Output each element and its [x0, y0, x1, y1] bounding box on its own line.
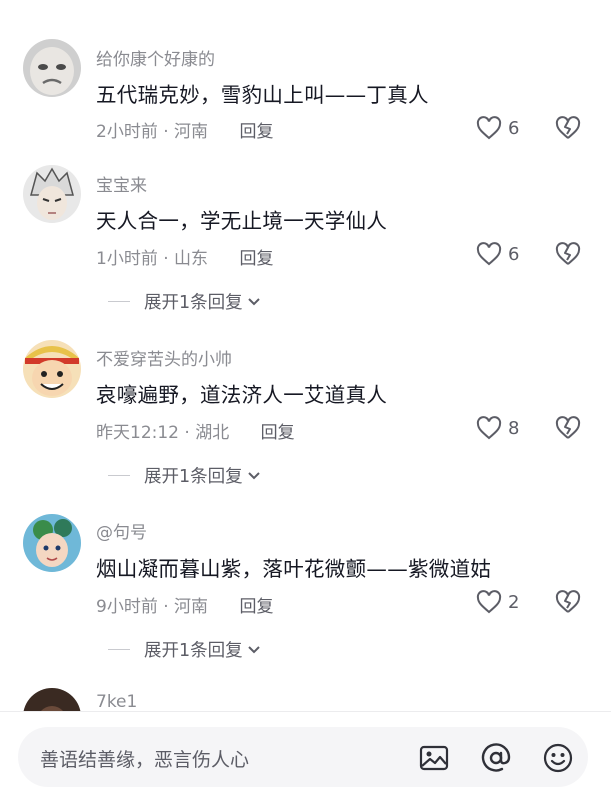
comment-username[interactable]: 7ke1 [96, 692, 137, 712]
comment-text: 哀嚎遍野，道法济人一艾道真人 [96, 383, 388, 407]
like-button[interactable]: 6 [476, 240, 519, 268]
heart-icon [476, 116, 502, 140]
heart-icon [476, 590, 502, 614]
expand-label: 展开1条回复 [144, 467, 243, 487]
like-count: 6 [508, 117, 520, 139]
broken-heart-icon[interactable] [554, 415, 582, 441]
comment-username[interactable]: @句号 [96, 518, 147, 543]
comment-username[interactable]: 宝宝来 [96, 171, 147, 196]
like-button[interactable]: 2 [476, 588, 519, 616]
expand-replies-button[interactable]: 展开1条回复 [108, 463, 261, 488]
avatar[interactable] [23, 340, 81, 398]
avatar[interactable] [23, 514, 81, 572]
comment-input-bar: 善语结善缘，恶言伤人心 [0, 711, 611, 800]
chevron-down-icon [247, 297, 260, 305]
heart-icon [476, 242, 502, 266]
comment-location: 山东 [174, 249, 209, 269]
comment-location: 河南 [174, 122, 209, 142]
comment-time: 9小时前 [96, 597, 158, 617]
meta-separator: · [184, 423, 190, 443]
image-icon[interactable] [418, 742, 450, 774]
expand-replies-button[interactable]: 展开1条回复 [108, 289, 261, 314]
comment-time: 昨天12:12 [96, 423, 179, 443]
comment-time: 2小时前 [96, 122, 158, 142]
reply-button[interactable]: 回复 [239, 597, 273, 617]
comment-text: 烟山凝而暮山紫，落叶花微颤——紫微道姑 [96, 557, 492, 581]
expand-label: 展开1条回复 [144, 293, 243, 313]
avatar[interactable] [23, 39, 81, 97]
comment-location: 河南 [174, 597, 209, 617]
divider-line [108, 475, 130, 476]
comment-input-placeholder: 善语结善缘，恶言伤人心 [40, 749, 250, 771]
meta-separator: · [163, 122, 169, 142]
comment-username[interactable]: 不爱穿苦头的小帅 [96, 345, 232, 370]
reply-button[interactable]: 回复 [239, 122, 273, 142]
heart-icon [476, 416, 502, 440]
comment-meta: 9小时前 · 河南 回复 [96, 592, 273, 617]
comment-input[interactable]: 善语结善缘，恶言伤人心 [18, 727, 588, 787]
like-count: 2 [508, 591, 520, 613]
comment-meta: 昨天12:12 · 湖北 回复 [96, 418, 295, 443]
meta-separator: · [163, 597, 169, 617]
comment-time: 1小时前 [96, 249, 158, 269]
like-count: 8 [508, 417, 520, 439]
comment-text: 天人合一，学无止境一天学仙人 [96, 209, 388, 233]
like-button[interactable]: 6 [476, 114, 519, 142]
comment-meta: 2小时前 · 河南 回复 [96, 117, 273, 142]
broken-heart-icon[interactable] [554, 115, 582, 141]
comment-text: 五代瑞克妙，雪豹山上叫——丁真人 [96, 83, 429, 107]
comment-meta: 1小时前 · 山东 回复 [96, 244, 273, 269]
chevron-down-icon [247, 471, 260, 479]
at-icon[interactable] [480, 742, 512, 774]
reply-button[interactable]: 回复 [239, 249, 273, 269]
expand-replies-button[interactable]: 展开1条回复 [108, 637, 261, 662]
divider-line [108, 301, 130, 302]
emoji-icon[interactable] [542, 742, 574, 774]
expand-label: 展开1条回复 [144, 641, 243, 661]
comment-location: 湖北 [195, 423, 230, 443]
chevron-down-icon [247, 645, 260, 653]
divider-line [108, 649, 130, 650]
meta-separator: · [163, 249, 169, 269]
reply-button[interactable]: 回复 [261, 423, 295, 443]
comment-username[interactable]: 给你康个好康的 [96, 45, 215, 70]
avatar[interactable] [23, 165, 81, 223]
broken-heart-icon[interactable] [554, 241, 582, 267]
broken-heart-icon[interactable] [554, 589, 582, 615]
like-count: 6 [508, 243, 520, 265]
like-button[interactable]: 8 [476, 414, 519, 442]
